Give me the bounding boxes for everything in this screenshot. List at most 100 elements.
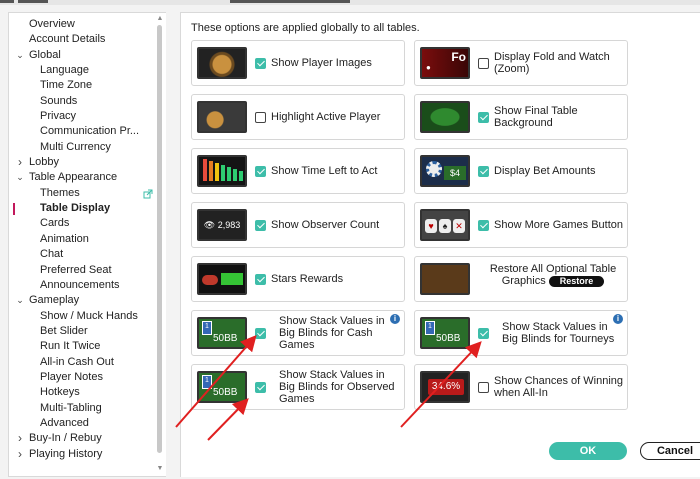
sidebar-item-label: Overview [29,18,75,30]
option-thumbnail: 1 50BB [197,371,247,403]
sidebar-item-advanced[interactable]: Advanced [9,416,155,431]
sidebar-item-label: Announcements [40,278,120,291]
thumb-text: 2,983 [217,220,241,230]
option-label: Show Player Images [271,57,372,69]
settings-window: Overview Account Details ⌄ Global Language Ti… [0,0,700,479]
sidebar-item-animation[interactable]: Animation [9,232,155,247]
option-checkbox[interactable] [478,220,489,231]
sidebar-item-announcements[interactable]: Announcements [9,278,155,293]
chevron-right-icon[interactable]: › [15,155,25,170]
option-checkbox[interactable] [255,166,266,177]
cancel-button[interactable]: Cancel [640,442,700,460]
option-checkbox[interactable] [255,220,266,231]
sidebar-item-communication-pr[interactable]: Communication Pr... [9,124,155,139]
option-restore-graphics: Restore All Optional Table Graphics Rest… [414,256,628,302]
option-label: Show Stack Values in Big Blinds for Obse… [279,369,395,405]
option-checkbox[interactable] [255,58,266,69]
option-label: Show Final Table Background [494,105,578,129]
option-fold-watch: Fo ● Display Fold and Watch (Zoom) [414,40,628,86]
scroll-down-icon[interactable]: ▼ [155,465,165,473]
option-checkbox[interactable] [478,166,489,177]
option-checkbox[interactable] [255,112,266,123]
external-link-icon[interactable] [143,186,153,201]
sidebar-item-multi-currency[interactable]: Multi Currency [9,140,155,155]
sidebar-item-label: Chat [40,248,64,261]
option-time-left: Show Time Left to Act [191,148,405,194]
sidebar-item-run-it-twice[interactable]: Run It Twice [9,339,155,354]
option-more-games: ♥ ♠ ✕ Show More Games Button [414,202,628,248]
sidebar-item-table-appearance[interactable]: ⌄ Table Appearance [9,170,155,185]
option-checkbox[interactable] [478,328,489,339]
chevron-down-icon[interactable]: ⌄ [15,170,25,185]
sidebar-item-all-in-cash-out[interactable]: All-in Cash Out [9,355,155,370]
option-checkbox[interactable] [478,382,489,393]
sidebar-item-label: Animation [40,232,89,245]
sidebar-scrollbar[interactable]: ▲ ▼ [154,13,166,476]
sidebar-item-label: Time Zone [40,79,93,92]
sidebar-item-show-muck-hands[interactable]: Show / Muck Hands [9,309,155,324]
sidebar-item-multi-tabling[interactable]: Multi-Tabling [9,401,155,416]
option-checkbox[interactable] [255,274,266,285]
scroll-thumb[interactable] [157,25,162,453]
sidebar-item-hotkeys[interactable]: Hotkeys [9,385,155,400]
sidebar-item-overview[interactable]: Overview [9,17,155,32]
option-thumbnail: 1 50BB [197,317,247,349]
option-thumbnail [197,263,247,295]
scroll-up-icon[interactable]: ▲ [155,15,165,23]
sidebar-item-bet-slider[interactable]: Bet Slider [9,324,155,339]
option-stars-rewards: Stars Rewards [191,256,405,302]
sidebar-item-cards[interactable]: Cards [9,216,155,231]
sidebar-item-label: Account Details [29,33,106,46]
option-checkbox[interactable] [255,382,266,393]
sidebar-item-label: Cards [40,217,70,230]
sidebar-item-privacy[interactable]: Privacy [9,109,155,124]
sidebar-item-label: Player Notes [40,370,103,383]
option-stack-bb-observed: 1 50BB Show Stack Values in Big Blinds for… [191,364,405,410]
sidebar-item-label: Global [29,48,61,61]
option-stack-bb-cash: 1 50BB Show Stack Values in Big Blinds for… [191,310,405,356]
sidebar-item-preferred-seat[interactable]: Preferred Seat [9,263,155,278]
thumb-text: 50BB [213,333,238,344]
option-thumbnail [197,101,247,133]
restore-button[interactable]: Restore [548,275,605,287]
thumb-text: 50BB [436,333,461,344]
option-label: Stars Rewards [271,273,344,285]
sidebar-item-language[interactable]: Language [9,63,155,78]
info-icon[interactable]: i [613,314,623,324]
chevron-down-icon[interactable]: ⌄ [15,48,25,63]
info-icon[interactable]: i [390,314,400,324]
chevron-right-icon[interactable]: › [15,431,25,446]
option-label: Show Observer Count [271,219,380,231]
sidebar-item-player-notes[interactable]: Player Notes [9,370,155,385]
option-label: Display Bet Amounts [494,165,596,177]
sidebar-item-gameplay[interactable]: ⌄ Gameplay [9,293,155,308]
sidebar-item-sounds[interactable]: Sounds [9,94,155,109]
option-label: Show More Games Button [494,219,624,231]
option-observer-count: 👁 2,983 Show Observer Count [191,202,405,248]
table-display-panel: These options are applied globally to al… [180,12,700,477]
ok-button[interactable]: OK [549,442,627,460]
title-bar-fragment [0,0,700,5]
sidebar-item-account-details[interactable]: Account Details [9,32,155,47]
sidebar-item-label: Multi Currency [40,140,111,153]
chevron-right-icon[interactable]: › [15,447,25,462]
sidebar-item-playing-history[interactable]: › Playing History [9,447,155,462]
sidebar-item-table-display[interactable]: Table Display [9,201,155,216]
option-thumbnail: ♥ ♠ ✕ [420,209,470,241]
option-checkbox[interactable] [478,112,489,123]
option-checkbox[interactable] [478,58,489,69]
sidebar-item-themes[interactable]: Themes [9,186,155,201]
sidebar-item-label: Show / Muck Hands [40,309,138,322]
sidebar-item-buy-in-rebuy[interactable]: › Buy-In / Rebuy [9,431,155,446]
sidebar-item-time-zone[interactable]: Time Zone [9,78,155,93]
option-label: Show Stack Values in Big Blinds for Cash… [279,315,385,351]
sidebar-item-label: All-in Cash Out [40,355,114,368]
thumb-text: 34.6% [428,379,464,395]
sidebar-item-lobby[interactable]: › Lobby [9,155,155,170]
option-checkbox[interactable] [255,328,266,339]
sidebar-item-global[interactable]: ⌄ Global [9,48,155,63]
chevron-down-icon[interactable]: ⌄ [15,293,25,308]
settings-sidebar: Overview Account Details ⌄ Global Language Ti… [8,12,166,477]
option-label: Show Stack Values in Big Blinds for Tour… [502,321,615,345]
sidebar-item-chat[interactable]: Chat [9,247,155,262]
